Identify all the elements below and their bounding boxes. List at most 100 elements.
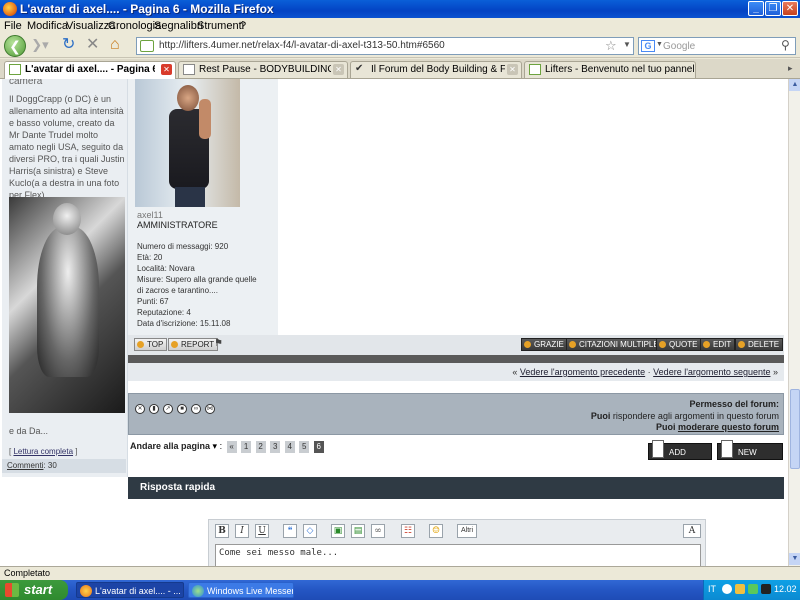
vertical-scrollbar[interactable]: ▲ ▼ bbox=[788, 79, 800, 566]
minimize-button[interactable]: _ bbox=[748, 1, 764, 16]
user-avatar[interactable] bbox=[135, 79, 240, 207]
navigation-toolbar: ❮ ❯▾ ↻ ✕ ⌂ http://lifters.4umer.net/rela… bbox=[0, 34, 800, 58]
tab-forum-body-building[interactable]: ✔ Il Forum del Body Building & Fitness ✕ bbox=[350, 61, 522, 78]
goto-page-label[interactable]: Andare alla pagina bbox=[130, 441, 210, 451]
italic-button[interactable]: I bbox=[235, 524, 249, 538]
chat-bubble-icon bbox=[9, 64, 21, 75]
next-topic-link[interactable]: Vedere l'argomento seguente bbox=[653, 367, 770, 377]
scroll-down-icon[interactable]: ▼ bbox=[789, 553, 800, 565]
new-doc-icon bbox=[721, 440, 733, 458]
forum-permissions: ✕ ▮ ↗ ■ ∞ ⋈ Permesso del forum: Puoi risponde… bbox=[128, 393, 784, 435]
bold-button[interactable]: B bbox=[215, 524, 229, 538]
goto-page-dropdown-icon[interactable]: ▾ bbox=[213, 441, 218, 451]
menu-help[interactable]: ? bbox=[240, 20, 246, 32]
page-2[interactable]: 2 bbox=[255, 441, 266, 453]
flag-icon[interactable]: ⚑ bbox=[214, 338, 228, 352]
report-button[interactable]: REPORT bbox=[168, 338, 219, 351]
status-bar: Completato bbox=[0, 566, 800, 580]
home-icon[interactable]: ⌂ bbox=[110, 36, 120, 54]
bracket: ] bbox=[73, 447, 78, 456]
post-body: - bbox=[278, 79, 784, 335]
quote-button[interactable]: QUOTE bbox=[656, 338, 702, 351]
new-topic-button[interactable]: NEW TOPIC bbox=[717, 440, 783, 474]
search-bar[interactable]: G ▼ Google ⚲ bbox=[638, 37, 796, 55]
forward-icon[interactable]: ❯▾ bbox=[27, 36, 53, 56]
poster-username[interactable]: axel11 bbox=[137, 210, 163, 220]
font-size-icon[interactable]: A bbox=[683, 524, 701, 538]
underline-button[interactable]: U bbox=[255, 524, 269, 538]
prev-topic-link[interactable]: Vedere l'argomento precedente bbox=[520, 367, 645, 377]
bookmark-star-icon[interactable]: ☆ bbox=[605, 38, 617, 54]
network-icon[interactable] bbox=[722, 584, 732, 594]
scroll-thumb[interactable] bbox=[790, 389, 800, 469]
page-5[interactable]: 5 bbox=[299, 441, 310, 453]
start-button[interactable]: start bbox=[0, 580, 68, 600]
moderate-forum-link[interactable]: moderare questo forum bbox=[678, 422, 779, 432]
quote-bubble-icon[interactable]: ❝ bbox=[283, 524, 297, 538]
start-label: start bbox=[24, 582, 53, 597]
security-tray-icon[interactable] bbox=[761, 584, 771, 594]
menu-segnalibri[interactable]: Segnalibri bbox=[154, 20, 203, 32]
page-3[interactable]: 3 bbox=[270, 441, 281, 453]
smiley-icon[interactable]: ☺ bbox=[429, 524, 443, 538]
add-reply-button[interactable]: ADD REPLY bbox=[648, 440, 712, 474]
close-tab-icon[interactable]: ✕ bbox=[161, 64, 172, 75]
top-button[interactable]: TOP bbox=[134, 338, 168, 351]
address-bar[interactable]: http://lifters.4umer.net/relax-f4/l-avat… bbox=[136, 37, 634, 55]
tab-scroll-icon[interactable]: ▸ bbox=[788, 63, 793, 74]
prev-page-button[interactable]: « bbox=[226, 441, 237, 453]
info-measures: Misure: Supero alla grande quelle di zac… bbox=[137, 275, 257, 295]
language-indicator[interactable]: IT bbox=[708, 584, 716, 594]
close-tab-icon[interactable]: ✕ bbox=[507, 64, 518, 75]
tab-avatar-axel[interactable]: L'avatar di axel.... - Pagina 6 ✕ bbox=[4, 61, 176, 79]
chat-bubble-icon bbox=[529, 64, 541, 75]
poster-info: Numero di messaggi: 920 Età: 20 Località… bbox=[137, 241, 262, 329]
page-4[interactable]: 4 bbox=[284, 441, 295, 453]
close-tab-icon[interactable]: ✕ bbox=[333, 64, 344, 75]
read-more-link[interactable]: Lettura completa bbox=[13, 447, 73, 456]
search-icon[interactable]: ⚲ bbox=[781, 38, 790, 52]
code-icon[interactable]: ◇ bbox=[303, 524, 317, 538]
reload-icon[interactable]: ↻ bbox=[62, 36, 75, 54]
comments-link[interactable]: Commenti bbox=[7, 461, 43, 470]
taskbar-messenger[interactable]: Windows Live Messen... bbox=[188, 582, 294, 598]
more-options-button[interactable]: Altri bbox=[457, 524, 477, 538]
link-icon[interactable]: ∞ bbox=[371, 524, 385, 538]
separator: · bbox=[645, 367, 654, 377]
task-label: L'avatar di axel.... - ... bbox=[95, 586, 181, 596]
video-icon[interactable]: ▤ bbox=[351, 524, 365, 538]
search-engine-dropdown-icon[interactable]: ▼ bbox=[656, 41, 663, 48]
scroll-up-icon[interactable]: ▲ bbox=[789, 79, 800, 91]
taskbar-firefox[interactable]: L'avatar di axel.... - ... bbox=[76, 582, 184, 598]
url-dropdown-icon[interactable]: ▼ bbox=[623, 40, 631, 49]
tab-label: L'avatar di axel.... - Pagina 6 bbox=[25, 64, 155, 75]
google-icon[interactable]: G bbox=[641, 40, 655, 52]
bodybuilder-photo bbox=[9, 197, 125, 413]
edit-button[interactable]: EDIT bbox=[700, 338, 736, 351]
list-icon[interactable]: ☷ bbox=[401, 524, 415, 538]
quick-reply-header: Risposta rapida bbox=[128, 477, 784, 499]
menu-modifica[interactable]: Modifica bbox=[27, 20, 68, 32]
menu-strumenti[interactable]: Strumenti bbox=[197, 20, 244, 32]
window-title-bar[interactable]: L'avatar di axel.... - Pagina 6 - Mozill… bbox=[0, 0, 800, 18]
permissions-title-text: Permesso del forum: bbox=[689, 399, 779, 409]
page-1[interactable]: 1 bbox=[241, 441, 252, 453]
close-window-button[interactable]: ✕ bbox=[782, 1, 798, 16]
windows-flag-icon bbox=[5, 583, 19, 597]
tab-rest-pause[interactable]: Rest Pause - BODYBUILDING HOMEPA... ✕ bbox=[178, 61, 348, 78]
back-icon[interactable]: ❮ bbox=[4, 35, 26, 57]
maximize-button[interactable]: ❐ bbox=[765, 1, 781, 16]
messenger-tray-icon[interactable] bbox=[748, 584, 758, 594]
delete-button[interactable]: DELETE bbox=[735, 338, 784, 351]
tab-lifters-panel[interactable]: Lifters - Benvenuto nel tuo pannello d'a… bbox=[524, 61, 696, 78]
reply-textarea[interactable]: Come sei messo male... bbox=[215, 544, 701, 566]
info-points: Punti: 67 bbox=[137, 297, 169, 306]
move-icon: ↗ bbox=[163, 404, 173, 414]
new-topic-label: NEW TOPIC bbox=[738, 448, 763, 474]
image-icon[interactable]: ▣ bbox=[331, 524, 345, 538]
multi-quote-button[interactable]: CITAZIONI MULTIPLE bbox=[566, 338, 663, 351]
stop-icon[interactable]: ✕ bbox=[86, 36, 99, 54]
menu-file[interactable]: File bbox=[4, 20, 22, 32]
grazie-button[interactable]: GRAZIE bbox=[521, 338, 568, 351]
volume-icon[interactable] bbox=[735, 584, 745, 594]
